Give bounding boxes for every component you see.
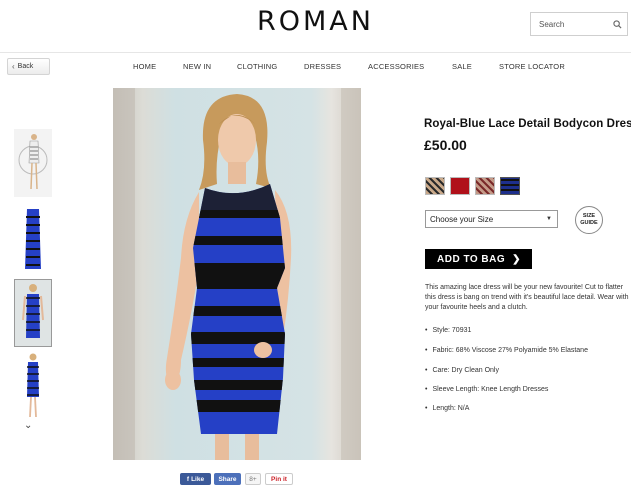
header-divider (0, 52, 631, 53)
main-product-image[interactable] (113, 88, 361, 460)
dropdown-arrow-icon: ▼ (546, 216, 552, 222)
nav-item-clothing[interactable]: CLOTHING (237, 62, 277, 71)
nav-item-dresses[interactable]: DRESSES (304, 62, 341, 71)
thumbnail-3-selected[interactable] (14, 279, 52, 347)
spec-sleeve-length: Sleeve Length: Knee Length Dresses (425, 386, 548, 393)
facebook-icon: f (186, 475, 190, 483)
chevron-down-icon[interactable]: ⌄ (24, 420, 32, 431)
facebook-like-button[interactable]: f Like (180, 473, 211, 485)
facebook-share-button[interactable]: Share (214, 473, 241, 485)
size-select[interactable]: Choose your Size ▼ (425, 210, 558, 228)
spec-length: Length: N/A (425, 405, 469, 412)
nav-item-store-locator[interactable]: STORE LOCATOR (499, 62, 565, 71)
search-input[interactable] (531, 14, 609, 34)
like-label: Like (191, 475, 205, 483)
nav-item-home[interactable]: HOME (133, 62, 156, 71)
spec-fabric: Fabric: 68% Viscose 27% Polyamide 5% Ela… (425, 347, 588, 354)
product-title: Royal-Blue Lace Detail Bodycon Dress (424, 118, 631, 130)
spec-style: Style: 70931 (425, 327, 471, 334)
add-to-bag-label: ADD TO BAG (437, 253, 506, 265)
main-navigation: HOME NEW IN CLOTHING DRESSES ACCESSORIES… (0, 62, 631, 74)
google-plus-button[interactable]: 8+ (245, 473, 261, 485)
thumbnail-2[interactable] (14, 205, 52, 273)
nav-item-sale[interactable]: SALE (452, 62, 472, 71)
chevron-right-icon: ❯ (512, 253, 522, 265)
product-price: £50.00 (424, 137, 467, 153)
swatch-nude-lace[interactable] (425, 177, 445, 195)
product-description: This amazing lace dress will be your new… (425, 284, 629, 311)
add-to-bag-button[interactable]: ADD TO BAG ❯ (425, 249, 532, 269)
pinterest-button[interactable]: Pin it (265, 473, 293, 485)
thumbnail-1[interactable] (14, 129, 52, 197)
spec-care: Care: Dry Clean Only (425, 367, 499, 374)
nav-item-new-in[interactable]: NEW IN (183, 62, 211, 71)
swatch-royal-blue[interactable] (500, 177, 520, 195)
size-guide-button[interactable]: SIZE GUIDE (575, 206, 603, 234)
thumbnail-4[interactable] (14, 351, 52, 419)
swatch-rose[interactable] (475, 177, 495, 195)
search-icon[interactable] (609, 14, 625, 34)
nav-item-accessories[interactable]: ACCESSORIES (368, 62, 424, 71)
swatch-red[interactable] (450, 177, 470, 195)
search-box[interactable] (530, 12, 628, 36)
size-select-value: Choose your Size (430, 214, 494, 224)
